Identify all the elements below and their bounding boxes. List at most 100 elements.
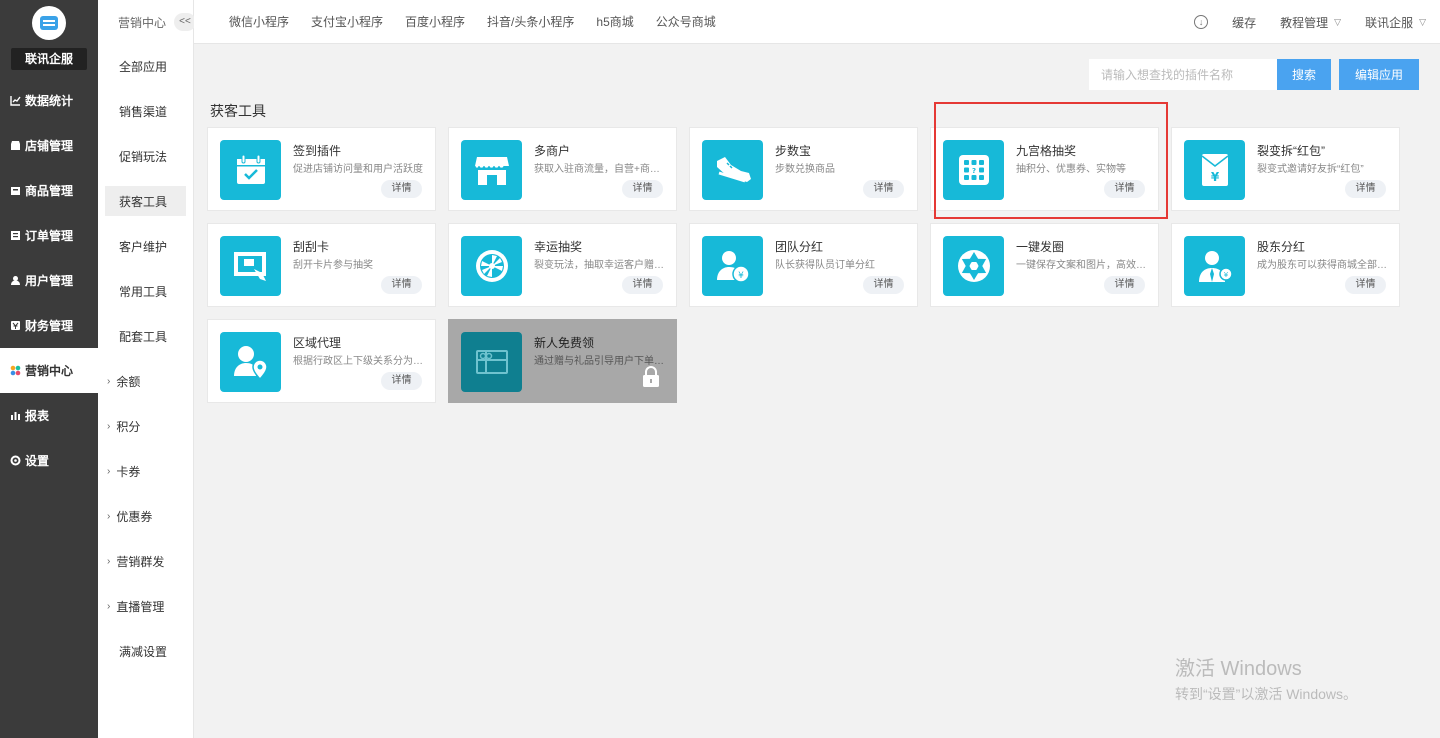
sidebar-item-label: 订单管理	[25, 229, 74, 243]
submenu-group-balance[interactable]: › 余额	[98, 359, 193, 404]
tutorial-menu[interactable]: 教程管理 ▽	[1280, 14, 1341, 31]
grid-lottery-icon: ?	[943, 140, 1004, 200]
submenu-item-support-tools[interactable]: 配套工具	[98, 314, 193, 359]
submenu-item-promotion[interactable]: 促销玩法	[98, 134, 193, 179]
plugin-name: 区域代理	[293, 336, 342, 350]
plugin-card-scratch-card[interactable]: 刮刮卡 刮开卡片参与抽奖 详情	[207, 223, 436, 307]
plugin-desc: 步数兑换商品	[775, 164, 835, 175]
sidebar-item-settings[interactable]: 设置	[0, 438, 98, 483]
detail-button[interactable]: 详情	[381, 276, 422, 294]
sidebar-item-marketing[interactable]: 营销中心	[0, 348, 98, 393]
tab-baidu-miniapp[interactable]: 百度小程序	[405, 13, 465, 30]
tab-douyin-miniapp[interactable]: 抖音/头条小程序	[487, 13, 574, 30]
submenu-item-common-tools[interactable]: 常用工具	[98, 269, 193, 314]
plugin-card-sign-in[interactable]: 签到插件 促进店铺访问量和用户活跃度 详情	[207, 127, 436, 211]
sidebar-item-report[interactable]: 报表	[0, 393, 98, 438]
submenu-group-cards[interactable]: › 卡券	[98, 449, 193, 494]
collapse-button[interactable]: <<	[174, 13, 196, 31]
submenu-item-full-reduction[interactable]: 满减设置	[98, 629, 193, 674]
account-label: 联讯企服	[1365, 15, 1414, 30]
detail-button[interactable]: 详情	[863, 180, 904, 198]
chevron-right-icon: ›	[107, 466, 111, 477]
submenu-group-points[interactable]: › 积分	[98, 404, 193, 449]
tab-alipay-miniapp[interactable]: 支付宝小程序	[311, 13, 383, 30]
plugin-card-new-user-free-gift[interactable]: 新人免费领 通过赠与礼品引导用户下单，提高转化	[448, 319, 677, 403]
plugin-name: 股东分红	[1257, 240, 1306, 254]
submenu-group-coupons[interactable]: › 优惠券	[98, 494, 193, 539]
sidebar-item-label: 报表	[25, 409, 50, 423]
sidebar-item-finance[interactable]: 财务管理	[0, 303, 98, 348]
submenu-item-acquisition-tools[interactable]: 获客工具	[105, 186, 186, 216]
tutorial-label: 教程管理	[1280, 15, 1329, 30]
chevron-right-icon: ›	[107, 556, 111, 567]
submenu-group-live[interactable]: › 直播管理	[98, 584, 193, 629]
plugin-card-one-click-post[interactable]: 一键发圈 一键保存文案和图片，高效发圈 详情	[930, 223, 1159, 307]
submenu-group-label: 余额	[116, 375, 141, 389]
submenu-group-label: 卡券	[116, 465, 141, 479]
brand-logo-icon[interactable]	[32, 6, 66, 40]
tab-wechat-miniapp[interactable]: 微信小程序	[229, 13, 289, 30]
download-icon: ↓	[1194, 15, 1209, 29]
chevron-right-icon: ›	[107, 376, 111, 387]
submenu-group-mass-message[interactable]: › 营销群发	[98, 539, 193, 584]
report-icon	[9, 410, 21, 422]
sidebar-item-label: 用户管理	[25, 274, 74, 288]
detail-button[interactable]: 详情	[1345, 276, 1386, 294]
search-button[interactable]: 搜索	[1276, 59, 1331, 90]
plugin-name: 团队分红	[775, 240, 824, 254]
wheel-icon	[461, 236, 522, 296]
detail-button[interactable]: 详情	[1104, 276, 1145, 294]
download-button[interactable]: ↓	[1194, 15, 1209, 29]
cache-button[interactable]: 缓存	[1232, 14, 1256, 31]
detail-button[interactable]: 详情	[622, 276, 663, 294]
plugin-card-red-envelope[interactable]: ¥ 裂变拆“红包” 裂变式邀请好友拆“红包” 详情	[1171, 127, 1400, 211]
submenu-item-all-apps[interactable]: 全部应用	[98, 44, 193, 89]
sidebar-item-orders[interactable]: 订单管理	[0, 213, 98, 258]
main-sidebar: 联讯企服 数据统计 店铺管理 商品管理 订单管理 用户管理 财务管理 营销中心 …	[0, 0, 98, 738]
plugin-card-region-agent[interactable]: 区域代理 根据行政区上下级关系分为省市区代理 详情	[207, 319, 436, 403]
tab-official-account-mall[interactable]: 公众号商城	[656, 13, 716, 30]
plugin-card-shareholder-dividend[interactable]: ¥ 股东分红 成为股东可以获得商城全部自营订单分红 详情	[1171, 223, 1400, 307]
detail-button[interactable]: 详情	[863, 276, 904, 294]
plugin-card-multi-merchant[interactable]: 多商户 获取入驻商流量，自营+商户入驻 详情	[448, 127, 677, 211]
plugin-name: 裂变拆“红包”	[1257, 144, 1325, 158]
plugin-desc: 队长获得队员订单分红	[775, 260, 875, 271]
user-icon	[9, 275, 21, 287]
edit-apps-button[interactable]: 编辑应用	[1338, 59, 1419, 90]
sidebar-item-label: 设置	[25, 454, 50, 468]
tab-h5-mall[interactable]: h5商城	[596, 13, 633, 30]
detail-button[interactable]: 详情	[1345, 180, 1386, 198]
sidebar-item-goods[interactable]: 商品管理	[0, 168, 98, 213]
plugin-card-step-treasure[interactable]: 步数宝 步数兑换商品 详情	[689, 127, 918, 211]
sidebar-item-label: 店铺管理	[25, 139, 74, 153]
top-right-actions: ↓ 缓存 教程管理 ▽ 联讯企服 ▽	[1170, 0, 1426, 44]
detail-button[interactable]: 详情	[622, 180, 663, 198]
submenu-item-customer-care[interactable]: 客户维护	[98, 224, 193, 269]
sidebar-item-label: 商品管理	[25, 184, 74, 198]
plugin-name: 多商户	[534, 144, 571, 158]
plugin-card-grid-lottery[interactable]: ? 九宫格抽奖 抽积分、优惠券、实物等 详情	[930, 127, 1159, 211]
plugin-card-lucky-draw[interactable]: 幸运抽奖 裂变玩法，抽取幸运客户赠送奖品 详情	[448, 223, 677, 307]
scratch-card-icon	[220, 236, 281, 296]
sidebar-item-users[interactable]: 用户管理	[0, 258, 98, 303]
sidebar-nav: 数据统计 店铺管理 商品管理 订单管理 用户管理 财务管理 营销中心 报表 设置	[0, 78, 98, 483]
plugin-desc: 裂变玩法，抽取幸运客户赠送奖品	[534, 260, 669, 271]
svg-text:¥: ¥	[1223, 271, 1228, 279]
search-input[interactable]	[1088, 59, 1277, 90]
svg-text:¥: ¥	[1210, 170, 1219, 184]
sidebar-item-stats[interactable]: 数据统计	[0, 78, 98, 123]
chevron-right-icon: ›	[107, 601, 111, 612]
plugin-name: 签到插件	[293, 144, 342, 158]
plugin-card-team-dividend[interactable]: ¥ 团队分红 队长获得队员订单分红 详情	[689, 223, 918, 307]
detail-button[interactable]: 详情	[381, 372, 422, 390]
account-menu[interactable]: 联讯企服 ▽	[1365, 14, 1426, 31]
plugin-desc: 一键保存文案和图片，高效发圈	[1016, 260, 1151, 271]
plugin-name: 步数宝	[775, 144, 812, 158]
plugin-desc: 根据行政区上下级关系分为省市区代理	[293, 356, 428, 367]
detail-button[interactable]: 详情	[1104, 180, 1145, 198]
marketing-icon	[9, 365, 21, 377]
detail-button[interactable]: 详情	[381, 180, 422, 198]
sidebar-item-shop[interactable]: 店铺管理	[0, 123, 98, 168]
submenu-item-sales-channel[interactable]: 销售渠道	[98, 89, 193, 134]
chart-line-icon	[9, 95, 21, 107]
